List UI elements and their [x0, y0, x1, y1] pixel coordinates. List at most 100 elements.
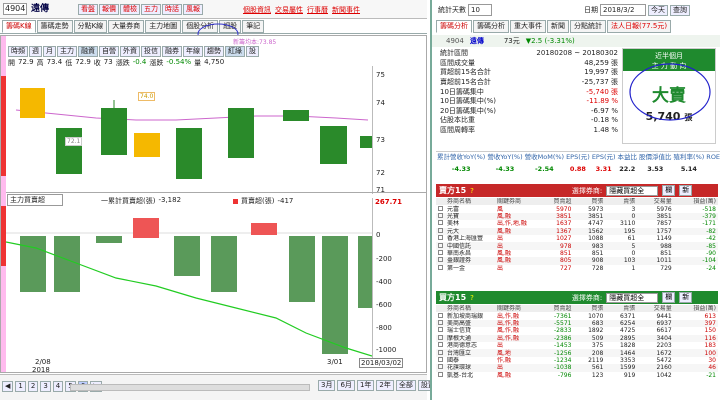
row-checkbox[interactable] — [436, 205, 445, 212]
broker-name[interactable]: 新加坡商瑞銀 — [445, 312, 495, 320]
tab-main-map[interactable]: 主力地圖 — [145, 20, 182, 33]
broker-name[interactable]: 美林 — [445, 220, 495, 227]
row-checkbox[interactable] — [436, 364, 445, 371]
period-6m[interactable]: 6月 — [337, 380, 355, 391]
link-trade-attr[interactable]: 交易屬性 — [275, 5, 303, 15]
btn-short[interactable]: 融券 — [162, 46, 182, 57]
tab-branch-stats[interactable]: 分點統計 — [570, 20, 606, 33]
broker-name[interactable]: 臺銀證券 — [445, 257, 495, 264]
table-row[interactable]: 光寶 風,融 3851 3851 0 3851 -379 — [436, 212, 718, 221]
broker-name[interactable]: 中國信託 — [445, 242, 495, 250]
buy-filter-select[interactable]: 隱藏買超全 — [606, 292, 659, 303]
broker-name[interactable]: 瑞士信貸 — [445, 327, 495, 334]
row-checkbox[interactable] — [436, 220, 445, 227]
broker-name[interactable]: 國泰 — [445, 357, 495, 364]
row-checkbox[interactable] — [436, 242, 445, 249]
table-row[interactable]: 美林 出,作,地,融 1637 4747 3110 7857 -171 — [436, 220, 718, 227]
table-row[interactable]: 凱基-台北 風,融 -796 123 919 1042 -21 — [436, 371, 718, 379]
btn-week[interactable]: 週 — [29, 46, 42, 57]
row-checkbox[interactable] — [436, 264, 445, 272]
row-checkbox[interactable] — [436, 371, 445, 379]
btn-redgreen[interactable]: 紅綠 — [225, 46, 245, 57]
row-checkbox[interactable] — [436, 356, 445, 364]
page-3[interactable]: 3 — [40, 381, 51, 392]
table-row[interactable]: 花旗環球出 -1038 561 1599 2160 46 — [436, 364, 718, 372]
broker-name[interactable]: 第一金 — [445, 265, 495, 272]
date-input[interactable]: 2018/3/2 — [600, 4, 646, 16]
sell-help-icon[interactable]: ? — [470, 187, 474, 195]
btn-freq[interactable]: 時頻 — [8, 46, 28, 57]
link-news[interactable]: 新聞事件 — [332, 5, 360, 15]
table-row[interactable]: 美商高盛 出,作,融 -5571 683 6254 6937 397 — [436, 319, 718, 328]
broker-name[interactable]: 光寶 — [445, 213, 495, 220]
table-row[interactable]: 中國信託出 978 983 5 988 -85 — [436, 242, 718, 250]
broker-name[interactable]: 美商高盛 — [445, 320, 495, 327]
buy-btn-new[interactable]: 新 — [679, 292, 693, 303]
row-checkbox[interactable] — [436, 235, 445, 242]
sell-btn-new[interactable]: 新 — [679, 185, 693, 196]
query-button[interactable]: 查詢 — [670, 4, 690, 16]
tab-institutional[interactable]: 法人日報(77.5元) — [607, 20, 672, 33]
broker-name[interactable]: 元富 — [445, 205, 495, 213]
prev-icon[interactable]: ◀ — [2, 381, 14, 392]
page-2[interactable]: 2 — [27, 381, 39, 392]
btn-foreign[interactable]: 外資 — [120, 46, 140, 57]
buy-btn-col[interactable]: 欄 — [662, 292, 676, 303]
table-row[interactable]: 元富風 5970 5973 3 5976 -518 — [436, 205, 718, 213]
broker-name[interactable]: 摩根大通 — [445, 335, 495, 342]
link-talk[interactable]: 時話 — [162, 4, 182, 15]
stock-number-field[interactable]: 4904 — [3, 3, 27, 15]
btn-margin[interactable]: 融資 — [78, 46, 98, 57]
tab-chip-trend[interactable]: 籌碼走勢 — [36, 20, 73, 33]
row-checkbox[interactable] — [436, 334, 445, 342]
btn-settings[interactable]: 設 — [246, 46, 259, 57]
buy-help-icon[interactable]: ? — [470, 294, 474, 302]
broker-name[interactable]: 台灣匯立 — [445, 349, 495, 357]
main-force-select[interactable]: 主力買賣超 — [7, 194, 63, 206]
tab-big-brokers[interactable]: 大量券商 — [108, 20, 145, 33]
broker-name[interactable]: 香港上海匯豐 — [445, 235, 495, 242]
row-checkbox[interactable] — [436, 327, 445, 334]
link-stock-info[interactable]: 個股資訊 — [243, 5, 271, 15]
sell-filter-select[interactable]: 隱藏買超全 — [606, 185, 659, 196]
tab-branch-kline[interactable]: 分點K線 — [73, 20, 108, 33]
period-3m[interactable]: 3月 — [318, 380, 336, 391]
table-row[interactable]: 華南永昌 風,融 851 851 0 851 -90 — [436, 249, 718, 257]
link-checkup[interactable]: 體檢 — [120, 4, 140, 15]
broker-name[interactable]: 華南永昌 — [445, 250, 495, 257]
today-button[interactable]: 今天 — [648, 4, 668, 16]
table-row[interactable]: 瑞士信貸 風,作,融 -2833 1892 4725 6617 150 — [436, 327, 718, 334]
period-all[interactable]: 全部 — [395, 380, 416, 391]
page-4[interactable]: 4 — [52, 381, 64, 392]
row-checkbox[interactable] — [436, 319, 445, 327]
broker-name[interactable]: 凱基-台北 — [445, 372, 495, 379]
period-1y[interactable]: 1年 — [356, 380, 375, 391]
tab-news[interactable]: 新聞 — [547, 20, 569, 33]
table-row[interactable]: 元大 風,融 1367 1562 195 1757 -82 — [436, 227, 718, 235]
sell-btn-col[interactable]: 欄 — [662, 185, 676, 196]
table-row[interactable]: 摩根大通 出,作,融 -2386 509 2895 3404 116 — [436, 334, 718, 342]
link-calendar[interactable]: 行事曆 — [307, 5, 328, 15]
table-row[interactable]: 新加坡商瑞銀 出,作,融 -7361 1070 6371 9441 613 — [436, 312, 718, 320]
link-fiveforce[interactable]: 五力 — [141, 4, 161, 15]
tab-chip-analysis-2[interactable]: 籌碼分析 — [473, 20, 509, 33]
link-kanpan[interactable]: 看盤 — [78, 4, 98, 15]
table-row[interactable]: 台灣匯立 風,地 -1256 208 1464 1672 100 — [436, 349, 718, 357]
btn-trend[interactable]: 趨勢 — [204, 46, 224, 57]
link-quote[interactable]: 報價 — [99, 4, 119, 15]
row-checkbox[interactable] — [436, 249, 445, 257]
scroll-track[interactable] — [70, 384, 310, 391]
btn-month[interactable]: 月 — [43, 46, 56, 57]
btn-trust[interactable]: 投信 — [141, 46, 161, 57]
broker-name[interactable]: 元大 — [445, 228, 495, 235]
table-row[interactable]: 國泰 作,融 -1234 2119 3353 5472 30 — [436, 356, 718, 364]
btn-main[interactable]: 主力 — [57, 46, 77, 57]
table-row[interactable]: 港商德意志出 -1453 375 1828 2203 183 — [436, 342, 718, 349]
table-row[interactable]: 臺銀證券 風,融 805 908 103 1011 -104 — [436, 257, 718, 265]
btn-dealer[interactable]: 自營 — [99, 46, 119, 57]
row-checkbox[interactable] — [436, 227, 445, 235]
broker-name[interactable]: 港商德意志 — [445, 342, 495, 349]
row-checkbox[interactable] — [436, 312, 445, 319]
table-row[interactable]: 香港上海匯豐出 1027 1088 61 1149 -42 — [436, 235, 718, 242]
row-checkbox[interactable] — [436, 212, 445, 220]
